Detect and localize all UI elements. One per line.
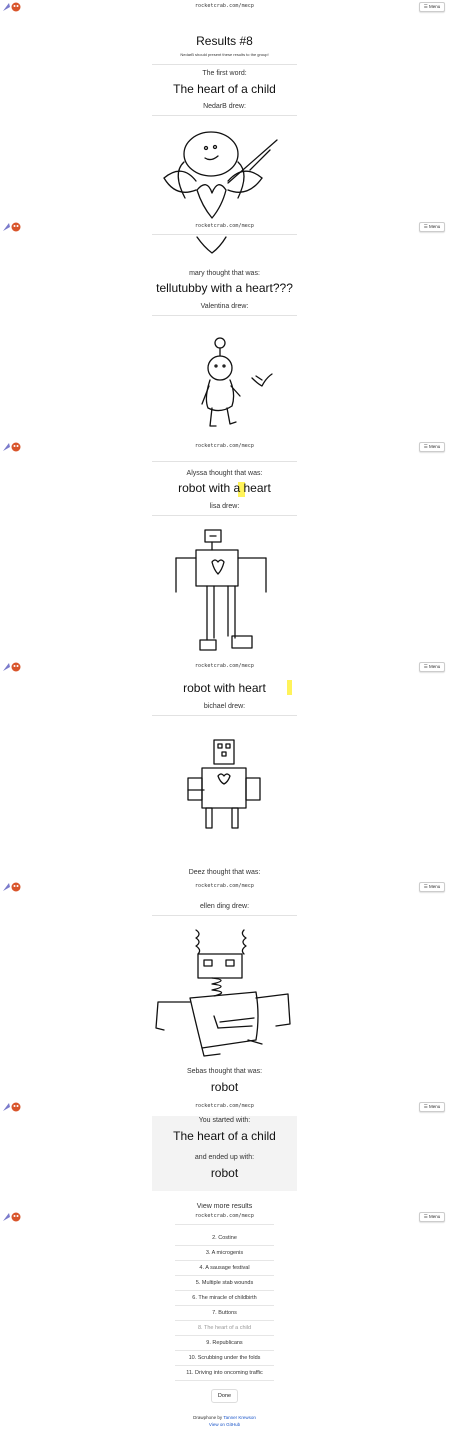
rocketcrab-logo-icon[interactable]	[1, 441, 23, 453]
divider	[175, 1380, 274, 1381]
footer-credit: Drawphone by Tanner Krewson	[152, 1415, 297, 1420]
app-header: rocketcrab.com/mecp ☰ Menu	[0, 220, 449, 234]
guess-text: robot	[210, 1080, 239, 1094]
started-label: You started with:	[198, 1117, 251, 1124]
text-highlight	[287, 680, 292, 695]
round-item[interactable]: 3. A microgenis	[152, 1250, 297, 1256]
divider	[175, 1260, 274, 1261]
divider	[152, 115, 297, 116]
menu-button[interactable]: ☰ Menu	[419, 442, 445, 452]
rocketcrab-logo-icon[interactable]	[1, 881, 23, 893]
url-text: rocketcrab.com/mecp	[194, 883, 255, 889]
drawing-heart-child-bottom	[152, 235, 297, 255]
divider	[175, 1290, 274, 1291]
thought-label: Alyssa thought that was:	[186, 470, 263, 477]
divider	[175, 1365, 274, 1366]
app-header: rocketcrab.com/mecp ☰ Menu	[0, 1100, 449, 1114]
round-item[interactable]: 6. The miracle of childbirth	[152, 1295, 297, 1301]
footer-github: View on GitHub	[152, 1422, 297, 1427]
divider	[152, 715, 297, 716]
url-text: rocketcrab.com/mecp	[194, 663, 255, 669]
divider	[152, 915, 297, 916]
menu-button[interactable]: ☰ Menu	[419, 662, 445, 672]
start-word: The heart of a child	[173, 1129, 276, 1143]
app-header: rocketcrab.com/mecp ☰ Menu	[0, 440, 449, 454]
divider	[175, 1350, 274, 1351]
divider	[152, 515, 297, 516]
guess-text: robot with a heart	[178, 481, 271, 495]
divider	[152, 461, 297, 462]
url-text: rocketcrab.com/mecp	[194, 3, 255, 9]
url-text: rocketcrab.com/mecp	[194, 1213, 255, 1219]
first-word-label: The first word:	[202, 70, 247, 77]
url-text: rocketcrab.com/mecp	[194, 223, 255, 229]
drawing-robot	[152, 718, 297, 838]
thought-label: Deez thought that was:	[188, 869, 261, 876]
guess-text: tellutubby with a heart???	[156, 281, 293, 295]
divider	[175, 1320, 274, 1321]
end-word: robot	[210, 1166, 239, 1180]
divider	[175, 1335, 274, 1336]
drew-label: ellen ding drew:	[199, 903, 250, 910]
divider	[152, 315, 297, 316]
rocketcrab-logo-icon[interactable]	[1, 221, 23, 233]
divider	[152, 64, 297, 65]
thought-label: Sebas thought that was:	[186, 1068, 263, 1075]
round-item[interactable]: 7. Buttons	[152, 1310, 297, 1316]
menu-button[interactable]: ☰ Menu	[419, 882, 445, 892]
menu-button[interactable]: ☰ Menu	[419, 2, 445, 12]
drawing-robot-heart	[152, 518, 297, 660]
divider	[175, 1305, 274, 1306]
round-item[interactable]: 11. Driving into oncoming traffic	[152, 1370, 297, 1376]
drew-label: NedarB drew:	[203, 103, 246, 110]
done-button[interactable]: Done	[211, 1389, 238, 1403]
drawing-robot-spring	[152, 920, 297, 1060]
drawing-teletubby	[152, 318, 297, 438]
rocketcrab-logo-icon[interactable]	[1, 1211, 23, 1223]
divider	[175, 1275, 274, 1276]
github-link[interactable]: View on GitHub	[209, 1422, 240, 1427]
app-header: rocketcrab.com/mecp ☰ Menu	[0, 0, 449, 14]
author-link[interactable]: Tanner Krewson	[223, 1415, 256, 1420]
app-header: rocketcrab.com/mecp ☰ Menu	[0, 1210, 449, 1224]
menu-button[interactable]: ☰ Menu	[419, 1212, 445, 1222]
url-text: rocketcrab.com/mecp	[194, 443, 255, 449]
footer-credit-prefix: Drawphone by	[193, 1415, 223, 1420]
drawing-heart-child	[152, 118, 297, 222]
menu-button[interactable]: ☰ Menu	[419, 1102, 445, 1112]
guess-text: robot with heart	[183, 681, 266, 695]
divider	[175, 1245, 274, 1246]
first-word: The heart of a child	[173, 82, 276, 96]
url-text: rocketcrab.com/mecp	[194, 1103, 255, 1109]
rocketcrab-logo-icon[interactable]	[1, 661, 23, 673]
round-item[interactable]: 5. Multiple stab wounds	[152, 1280, 297, 1286]
drew-label: bichael drew:	[203, 703, 246, 710]
round-item[interactable]: 2. Costine	[152, 1235, 297, 1241]
round-item[interactable]: 9. Republicans	[152, 1340, 297, 1346]
round-item-current[interactable]: 8. The heart of a child	[152, 1325, 297, 1331]
app-header: rocketcrab.com/mecp ☰ Menu	[0, 660, 449, 674]
round-item[interactable]: 4. A sausage festival	[152, 1265, 297, 1271]
round-item[interactable]: 10. Scrubbing under the folds	[152, 1355, 297, 1361]
ended-label: and ended up with:	[194, 1154, 255, 1161]
view-more-label: View more results	[196, 1203, 253, 1209]
divider	[175, 1224, 274, 1225]
menu-button[interactable]: ☰ Menu	[419, 222, 445, 232]
thought-label: mary thought that was:	[189, 270, 260, 277]
app-header: rocketcrab.com/mecp ☰ Menu	[0, 880, 449, 894]
summary-box: You started with: The heart of a child a…	[152, 1116, 297, 1191]
results-title: Results #8	[196, 34, 253, 48]
rocketcrab-logo-icon[interactable]	[1, 1, 23, 13]
results-subtitle: NedarB should present these results to t…	[180, 52, 269, 57]
rocketcrab-logo-icon[interactable]	[1, 1101, 23, 1113]
drew-label: Valentina drew:	[200, 303, 249, 310]
drew-label: lisa drew:	[209, 503, 240, 510]
